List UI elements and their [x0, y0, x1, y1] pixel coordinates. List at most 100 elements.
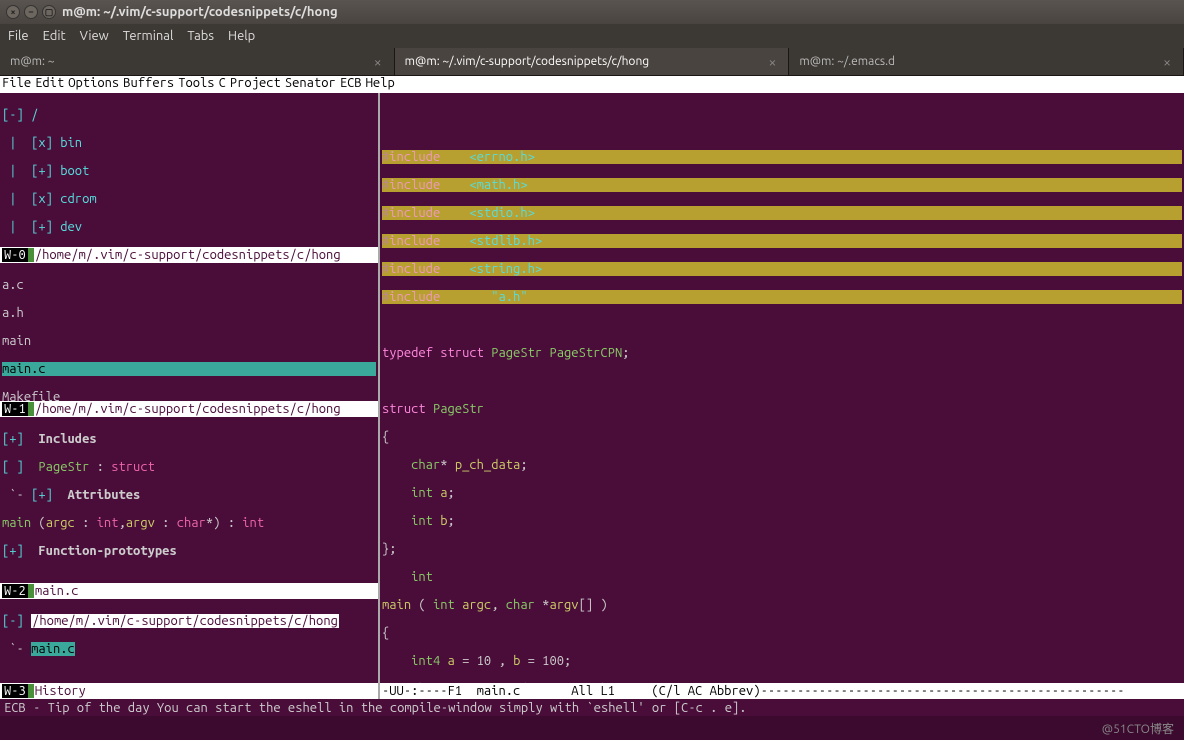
w1-modeline: W-1/home/m/.vim/c-support/codesnippets/c…: [0, 401, 378, 417]
emacs-menubar: File Edit Options Buffers Tools C Projec…: [0, 76, 1184, 93]
include-line: #include <errno.h>: [382, 150, 1182, 164]
emacs-app: File Edit Options Buffers Tools C Projec…: [0, 76, 1184, 716]
code-line: char* p_ch_data;: [382, 458, 1182, 472]
close-icon[interactable]: ×: [766, 54, 778, 70]
maximize-window-button[interactable]: ▢: [42, 5, 56, 19]
code-line: main ( int argc, char *argv[] ): [382, 598, 1182, 612]
code-line: int4 a = 10 , b = 100;: [382, 654, 1182, 668]
w3-modeline: W-3 History: [0, 683, 378, 699]
ecb-left-column: [-] / | [x] bin | [+] boot | [x] cdrom |…: [0, 93, 380, 699]
pane-tag: W-2: [2, 584, 28, 598]
emacs-main-area: [-] / | [x] bin | [+] boot | [x] cdrom |…: [0, 93, 1184, 699]
code-line: struct PageStr: [382, 402, 1182, 416]
tree-node[interactable]: | [+] boot: [2, 164, 376, 178]
editor-modeline-text: -UU-:----F1 main.c All L1 (C/l AC Abbrev…: [382, 684, 761, 698]
emacs-menu-edit[interactable]: Edit: [35, 76, 64, 93]
history-item[interactable]: `- main.c: [2, 642, 376, 656]
editor-modeline: -UU-:----F1 main.c All L1 (C/l AC Abbrev…: [380, 683, 1184, 699]
window-titlebar: × – ▢ m@m: ~/.vim/c-support/codesnippets…: [0, 0, 1184, 24]
w0-path: /home/m/.vim/c-support/codesnippets/c/ho…: [34, 248, 342, 262]
emacs-menu-buffers[interactable]: Buffers: [123, 76, 174, 93]
include-line: #include <stdio.h>: [382, 206, 1182, 220]
w2-path: main.c: [34, 584, 80, 598]
emacs-menu-senator[interactable]: Senator: [285, 76, 336, 93]
code-line: {: [382, 430, 1182, 444]
code-line: typedef struct PageStr PageStrCPN;: [382, 346, 1182, 360]
menu-tabs[interactable]: Tabs: [187, 29, 214, 43]
tree-node[interactable]: | [+] dev: [2, 220, 376, 234]
tree-node[interactable]: | [x] bin: [2, 136, 376, 150]
history-group[interactable]: [-] /home/m/.vim/c-support/codesnippets/…: [2, 614, 376, 628]
tree-node[interactable]: [-] /: [2, 108, 376, 122]
w3-path: History: [34, 684, 87, 698]
outline-funcproto[interactable]: [+] Function-prototypes: [2, 544, 376, 558]
ecb-directories-pane[interactable]: [-] / | [x] bin | [+] boot | [x] cdrom |…: [0, 93, 378, 247]
emacs-menu-tools[interactable]: Tools: [178, 76, 214, 93]
tab-home[interactable]: m@m: ~ ×: [0, 48, 395, 75]
code-editor[interactable]: #include <errno.h> #include <math.h> #in…: [380, 93, 1184, 683]
pane-tag: W-0: [2, 248, 28, 262]
pane-tag: W-1: [2, 402, 28, 416]
tree-node[interactable]: | [x] cdrom: [2, 192, 376, 206]
menu-edit[interactable]: Edit: [43, 29, 66, 43]
file-item-selected[interactable]: main.c: [2, 362, 376, 376]
file-item[interactable]: a.h: [2, 306, 376, 320]
file-list[interactable]: a.c a.h main main.c Makefile: [0, 263, 378, 401]
emacs-menu-ecb[interactable]: ECB: [340, 76, 362, 93]
window-controls: × – ▢: [6, 5, 56, 19]
include-line: #include <math.h>: [382, 178, 1182, 192]
file-item[interactable]: Makefile: [2, 390, 376, 401]
close-icon[interactable]: ×: [1161, 54, 1173, 70]
emacs-menu-file[interactable]: File: [2, 76, 31, 93]
tab-emacsd[interactable]: m@m: ~/.emacs.d ×: [789, 48, 1184, 75]
tab-label: m@m: ~/.vim/c-support/codesnippets/c/hon…: [405, 55, 650, 68]
menu-file[interactable]: File: [8, 29, 29, 43]
outline-main[interactable]: main (argc : int,argv : char*) : int: [2, 516, 376, 530]
tab-hong[interactable]: m@m: ~/.vim/c-support/codesnippets/c/hon…: [395, 48, 790, 75]
code-line: int: [382, 570, 1182, 584]
emacs-menu-c[interactable]: C: [219, 76, 226, 93]
code-line: int a;: [382, 486, 1182, 500]
outline-attributes[interactable]: `- [+] Attributes: [2, 488, 376, 502]
close-icon[interactable]: ×: [372, 54, 384, 70]
emacs-menu-help[interactable]: Help: [366, 76, 395, 93]
ecb-methods-pane[interactable]: [+] Includes [ ] PageStr : struct `- [+]…: [0, 417, 378, 583]
minimize-window-button[interactable]: –: [24, 5, 38, 19]
editor-column: #include <errno.h> #include <math.h> #in…: [380, 93, 1184, 699]
history-list[interactable]: [-] /home/m/.vim/c-support/codesnippets/…: [0, 599, 378, 683]
file-item[interactable]: a.c: [2, 278, 376, 292]
menu-help[interactable]: Help: [228, 29, 255, 43]
close-window-button[interactable]: ×: [6, 5, 20, 19]
file-item[interactable]: main: [2, 334, 376, 348]
emacs-menu-options[interactable]: Options: [68, 76, 119, 93]
watermark-text: @51CTO博客: [1102, 720, 1174, 737]
w0-modeline: W-0/home/m/.vim/c-support/codesnippets/c…: [0, 247, 378, 263]
directory-tree[interactable]: [-] / | [x] bin | [+] boot | [x] cdrom |…: [0, 93, 378, 247]
tab-label: m@m: ~/.emacs.d: [799, 55, 895, 68]
emacs-menu-project[interactable]: Project: [230, 76, 281, 93]
tab-label: m@m: ~: [10, 55, 55, 68]
pane-tag: W-3: [2, 684, 28, 698]
ecb-history-pane[interactable]: [-] /home/m/.vim/c-support/codesnippets/…: [0, 599, 378, 683]
outline-struct[interactable]: [ ] PageStr : struct: [2, 460, 376, 474]
ecb-sources-pane[interactable]: a.c a.h main main.c Makefile: [0, 263, 378, 401]
outline-includes[interactable]: [+] Includes: [2, 432, 376, 446]
watermark: @51CTO博客: [0, 716, 1184, 740]
code-line: char *c = g_new(PageStrCPN);: [382, 682, 1182, 683]
emacs-minibuffer[interactable]: ECB - Tip of the day You can start the e…: [0, 699, 1184, 716]
include-line: #include "a.h": [382, 290, 1182, 304]
include-line: #include <stdlib.h>: [382, 234, 1182, 248]
code-outline[interactable]: [+] Includes [ ] PageStr : struct `- [+]…: [0, 417, 378, 583]
menu-terminal[interactable]: Terminal: [123, 29, 174, 43]
window-title: m@m: ~/.vim/c-support/codesnippets/c/hon…: [62, 5, 338, 19]
terminal-tabs: m@m: ~ × m@m: ~/.vim/c-support/codesnipp…: [0, 48, 1184, 76]
code-line: };: [382, 542, 1182, 556]
code-line: {: [382, 626, 1182, 640]
code-buffer[interactable]: #include <errno.h> #include <math.h> #in…: [380, 93, 1184, 683]
code-line: int b;: [382, 514, 1182, 528]
w2-modeline: W-2 main.c: [0, 583, 378, 599]
w1-path: /home/m/.vim/c-support/codesnippets/c/ho…: [34, 402, 342, 416]
menu-view[interactable]: View: [80, 29, 109, 43]
os-menubar: File Edit View Terminal Tabs Help: [0, 24, 1184, 48]
minibuffer-text: ECB - Tip of the day You can start the e…: [4, 701, 747, 715]
